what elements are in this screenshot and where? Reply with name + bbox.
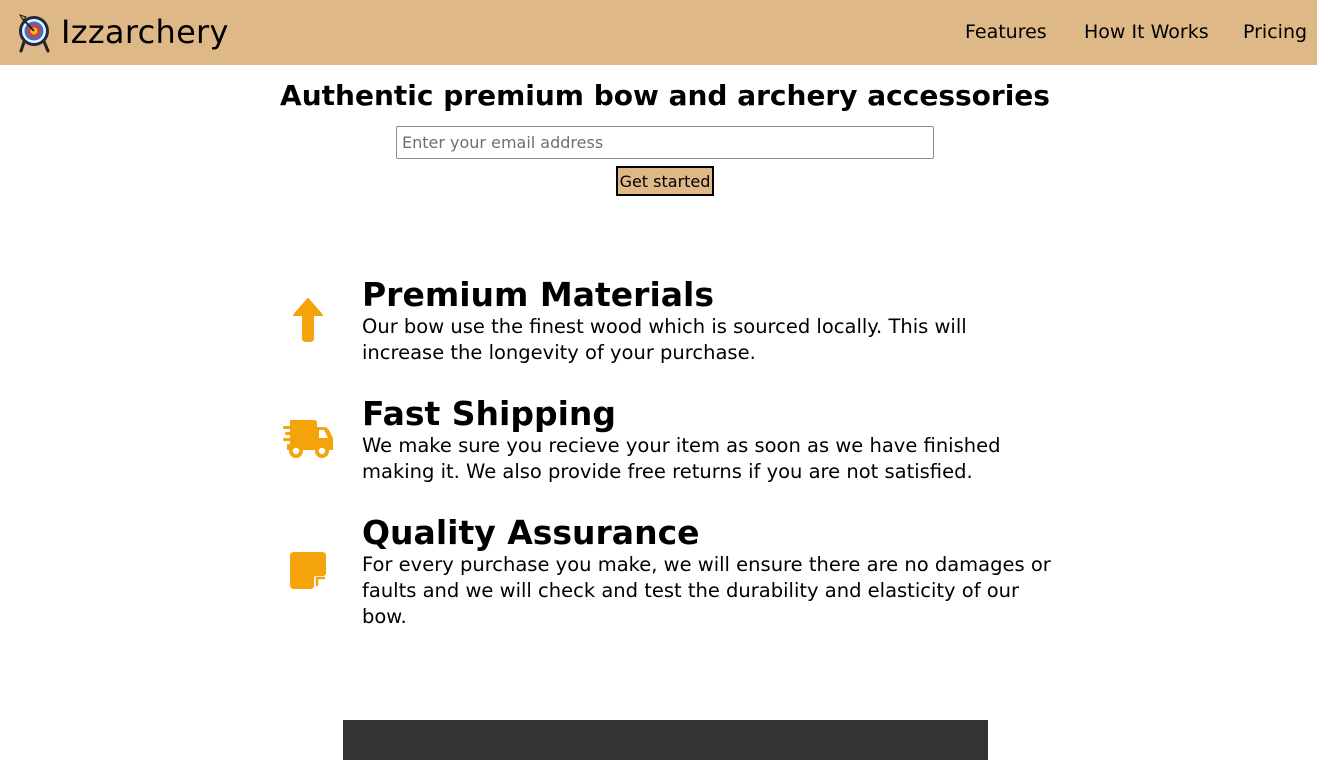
email-input[interactable]: [396, 126, 934, 159]
nav-link-features[interactable]: Features: [965, 19, 1047, 45]
video-embed-placeholder: [343, 720, 988, 760]
feature-text-fast-shipping: We make sure you recieve your item as so…: [362, 434, 1001, 483]
feature-text-quality-assurance: For every purchase you make, we will ens…: [362, 553, 1051, 628]
nav-link-how-it-works[interactable]: How It Works: [1084, 19, 1209, 45]
nav-link-pricing[interactable]: Pricing: [1243, 19, 1307, 45]
hero-title: Authentic premium bow and archery access…: [280, 79, 1050, 112]
feature-title-quality-assurance: Quality Assurance: [362, 513, 700, 552]
archery-target-icon[interactable]: [18, 13, 52, 53]
shipping-truck-icon: [283, 420, 333, 458]
arrow-up-icon: [293, 298, 323, 342]
get-started-button[interactable]: Get started: [616, 166, 714, 196]
site-header: Izzarchery Features How It Works Pricing: [0, 0, 1317, 65]
sticky-note-icon: [290, 552, 326, 589]
feature-text-premium-materials: Our bow use the finest wood which is sou…: [362, 315, 967, 364]
feature-title-fast-shipping: Fast Shipping: [362, 394, 617, 433]
brand-name[interactable]: Izzarchery: [61, 12, 229, 52]
feature-title-premium-materials: Premium Materials: [362, 275, 714, 314]
